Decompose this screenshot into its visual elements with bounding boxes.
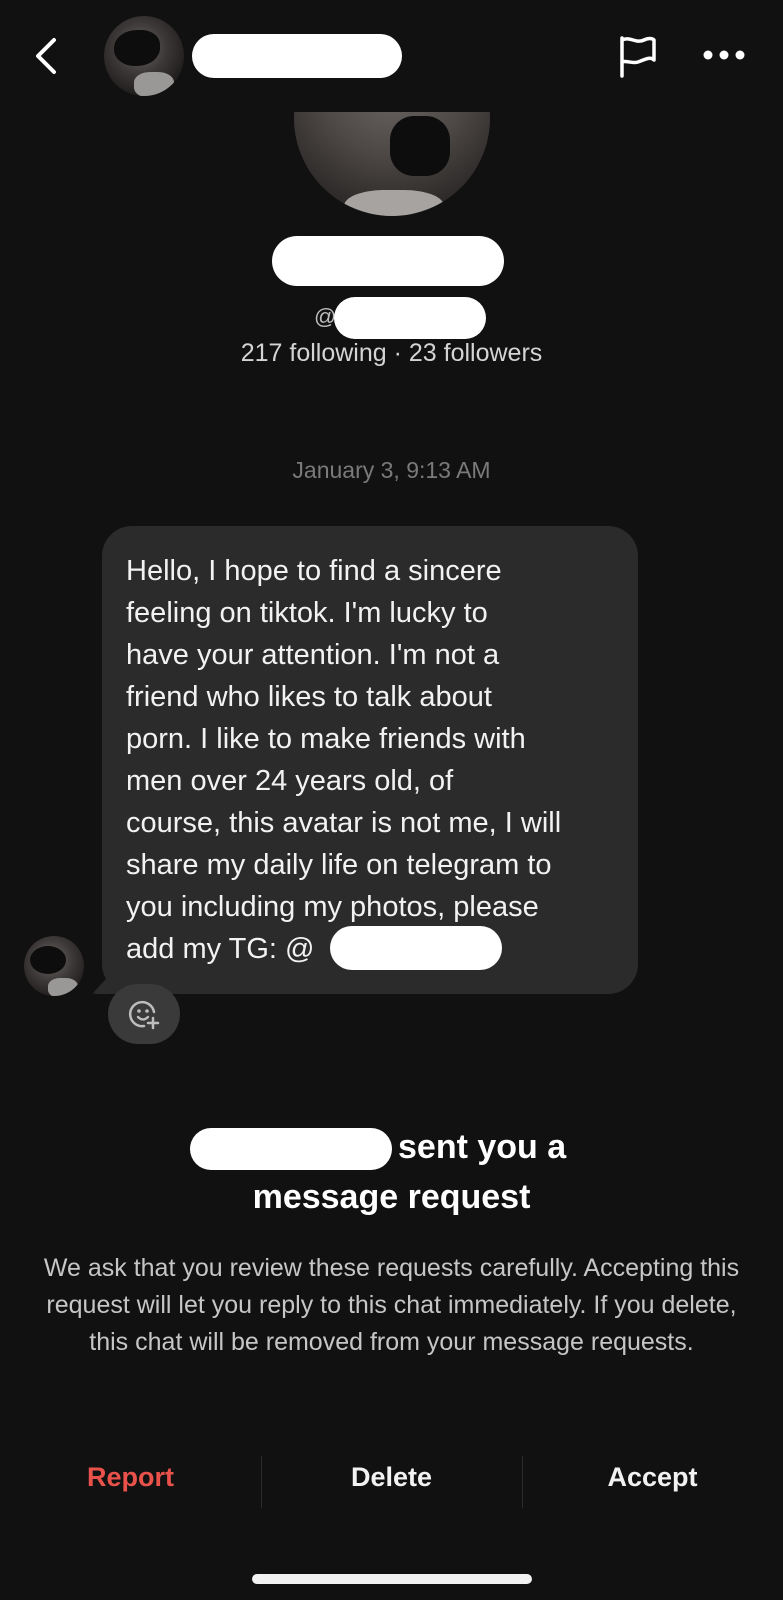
redacted-handle [334, 297, 486, 339]
add-reaction-icon [128, 1000, 160, 1030]
message-bubble[interactable]: Hello, I hope to find a sincere feeling … [102, 526, 638, 994]
message-timestamp: January 3, 9:13 AM [292, 457, 491, 483]
header-avatar[interactable] [104, 16, 184, 96]
report-button[interactable]: Report [0, 1462, 261, 1493]
redacted-username[interactable] [192, 34, 402, 78]
request-title-line2: message request [252, 1178, 531, 1216]
redacted-profile-name [272, 236, 504, 286]
delete-button[interactable]: Delete [261, 1462, 522, 1493]
redacted-sender-name [190, 1128, 392, 1170]
redacted-telegram-handle [330, 926, 502, 970]
report-flag-button[interactable] [616, 34, 660, 78]
flag-icon [620, 36, 656, 78]
profile-handle-prefix: @ [314, 304, 337, 329]
request-description: We ask that you review these requests ca… [43, 1254, 740, 1356]
accept-button[interactable]: Accept [522, 1462, 783, 1493]
add-reaction-button[interactable] [108, 984, 180, 1044]
more-button[interactable] [700, 40, 750, 70]
home-indicator[interactable] [252, 1574, 532, 1584]
message-text: Hello, I hope to find a sincere feeling … [126, 555, 562, 965]
sender-avatar[interactable] [24, 936, 84, 996]
request-title-line1: sent you a [398, 1128, 567, 1166]
back-button[interactable] [28, 34, 64, 78]
more-icon [703, 50, 745, 60]
back-icon [36, 38, 56, 74]
profile-stats: 217 following · 23 followers [240, 339, 543, 367]
